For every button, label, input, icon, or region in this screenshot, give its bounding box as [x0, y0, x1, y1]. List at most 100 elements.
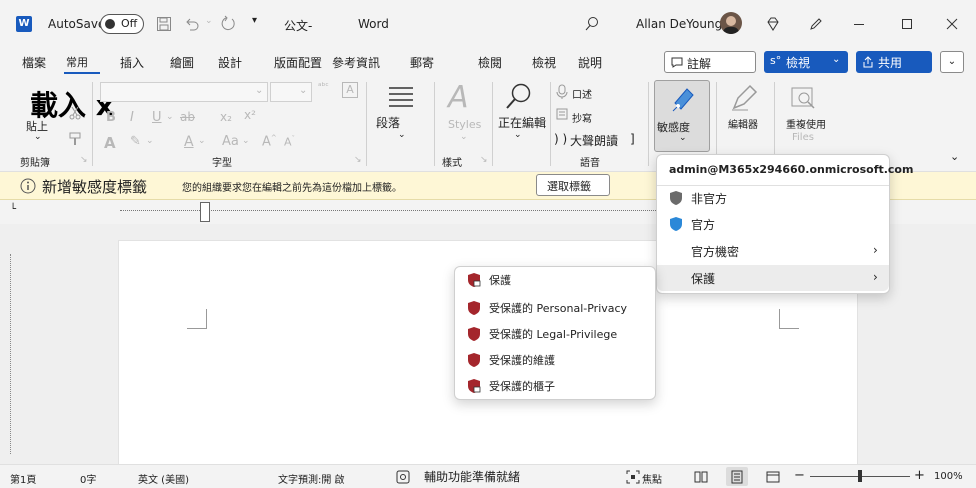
strikethrough-icon[interactable]: ab: [180, 110, 195, 124]
files-label[interactable]: Files: [792, 132, 814, 143]
font-name-box[interactable]: ⌄: [100, 82, 268, 102]
underline-icon[interactable]: U: [152, 110, 162, 125]
change-case-aa-icon[interactable]: Aa: [222, 134, 239, 149]
accessibility-status[interactable]: 輔助功能準備就緒: [424, 468, 520, 485]
undo-dropdown-icon[interactable]: ⌄: [205, 16, 213, 26]
focus-label[interactable]: 焦點: [642, 471, 662, 486]
subscript-icon[interactable]: x₂: [220, 110, 232, 124]
autosave-toggle[interactable]: Off: [100, 14, 144, 34]
share-button[interactable]: 共用: [856, 51, 932, 73]
sensitivity-button[interactable]: 敏感度 ⌄: [654, 80, 710, 152]
tab-review[interactable]: 檢閱: [478, 54, 502, 71]
editor-icon[interactable]: [730, 84, 758, 112]
avatar[interactable]: [720, 12, 742, 34]
search-icon[interactable]: [584, 16, 600, 32]
label-option-official[interactable]: 官方: [657, 211, 889, 237]
print-layout-button[interactable]: [726, 467, 748, 486]
tab-references[interactable]: 參考資訊: [332, 54, 380, 71]
reuse-label[interactable]: 重複使用: [786, 116, 826, 131]
sublabel-protected[interactable]: 保護: [455, 267, 655, 293]
styles-label[interactable]: Styles: [448, 118, 481, 131]
collapse-ribbon-icon[interactable]: ⌄: [950, 150, 959, 163]
format-painter-icon[interactable]: [68, 132, 82, 146]
word-count[interactable]: 0字: [80, 471, 96, 486]
tab-mailings[interactable]: 郵寄: [410, 54, 434, 71]
accessibility-icon[interactable]: [396, 470, 410, 484]
text-prediction[interactable]: 文字預測:開 啟: [278, 471, 345, 486]
clipboard-launcher-icon[interactable]: ↘: [80, 155, 88, 165]
italic-icon[interactable]: I: [130, 110, 134, 125]
close-icon[interactable]: [946, 18, 958, 30]
superscript-icon[interactable]: x²: [244, 108, 256, 122]
tab-layout[interactable]: 版面配置: [274, 54, 322, 71]
tab-design[interactable]: 設計: [218, 54, 242, 71]
pen-icon[interactable]: [808, 16, 824, 32]
chevron-down-icon[interactable]: ⌄: [460, 132, 468, 142]
clear-format-icon[interactable]: A: [342, 82, 358, 98]
sublabel-personal-privacy[interactable]: 受保護的 Personal-Privacy: [455, 295, 655, 321]
undo-icon[interactable]: [184, 16, 200, 32]
zoom-level[interactable]: 100%: [934, 471, 963, 482]
zoom-slider-thumb[interactable]: [858, 470, 862, 482]
underline-dropdown-icon[interactable]: ⌄: [166, 112, 174, 122]
font-size-box[interactable]: ⌄: [270, 82, 312, 102]
read-aloud-icon[interactable]: ) ): [554, 132, 567, 146]
tab-stop-icon[interactable]: └: [10, 204, 16, 215]
tab-file[interactable]: 檔案: [22, 54, 46, 71]
sublabel-cabinet[interactable]: 受保護的櫃子: [455, 373, 655, 399]
comments-button[interactable]: 註解: [664, 51, 756, 73]
font-launcher-icon[interactable]: ↘: [354, 155, 362, 165]
read-aloud-label[interactable]: 大聲朗讀: [570, 132, 618, 149]
sublabel-maintenance[interactable]: 受保護的維護: [455, 347, 655, 373]
view-mode-button[interactable]: s° 檢視 ⌄: [764, 51, 848, 73]
styles-launcher-icon[interactable]: ↘: [480, 155, 488, 165]
case-dropdown-icon[interactable]: ⌄: [242, 136, 250, 146]
sublabel-legal-privilege[interactable]: 受保護的 Legal-Privilege: [455, 321, 655, 347]
save-icon[interactable]: [156, 16, 172, 32]
font-color-dropdown-icon[interactable]: ⌄: [198, 136, 206, 146]
paste-dropdown-icon[interactable]: ⌄: [34, 132, 42, 142]
tab-help[interactable]: 說明: [578, 54, 602, 71]
shrink-font-icon[interactable]: Aˇ: [284, 135, 295, 149]
web-layout-icon[interactable]: [766, 470, 780, 484]
label-option-protected[interactable]: 保護 ›: [657, 265, 889, 291]
paragraph-label[interactable]: 段落: [376, 114, 400, 131]
transcribe-label[interactable]: 抄寫: [572, 110, 592, 125]
zoom-out-icon[interactable]: −: [794, 468, 805, 483]
diamond-icon[interactable]: [765, 16, 781, 32]
zoom-in-icon[interactable]: +: [914, 468, 925, 483]
highlight-dropdown-icon[interactable]: ⌄: [146, 136, 154, 146]
read-mode-icon[interactable]: [694, 470, 708, 484]
bold-icon[interactable]: B: [106, 110, 116, 125]
tab-insert[interactable]: 插入: [120, 54, 144, 71]
paragraph-icon[interactable]: [388, 86, 414, 108]
styles-icon[interactable]: A: [448, 80, 469, 115]
label-option-nonofficial[interactable]: 非官方: [657, 185, 889, 211]
tab-draw[interactable]: 繪圖: [170, 54, 194, 71]
editing-label[interactable]: 正在編輯: [498, 114, 546, 131]
find-icon[interactable]: [504, 82, 532, 110]
page-number[interactable]: 第1頁: [10, 471, 36, 486]
copilot-button[interactable]: ⌄: [940, 51, 964, 73]
select-label-button[interactable]: 選取標籤: [536, 174, 610, 196]
redo-icon[interactable]: [220, 15, 236, 31]
font-color-icon[interactable]: A: [184, 134, 194, 150]
label-option-official-sensitive[interactable]: 官方機密 ›: [657, 238, 889, 264]
minimize-icon[interactable]: [854, 24, 864, 25]
cut-icon[interactable]: [68, 106, 82, 120]
tab-home[interactable]: 常用: [66, 54, 88, 70]
zoom-slider[interactable]: [810, 470, 910, 482]
chevron-down-icon[interactable]: ⌄: [514, 130, 522, 140]
transcribe-icon[interactable]: [556, 108, 568, 120]
highlight-icon[interactable]: ✎: [130, 134, 141, 149]
editor-label[interactable]: 編輯器: [728, 116, 758, 131]
indent-marker[interactable]: [200, 202, 210, 222]
grow-font-icon[interactable]: A^: [262, 134, 277, 149]
reuse-files-icon[interactable]: [790, 86, 816, 110]
text-effects-icon[interactable]: A: [104, 134, 116, 152]
change-case-icon[interactable]: ᵃᵇᶜ: [318, 82, 329, 92]
dictate-label[interactable]: 口述: [572, 86, 592, 101]
user-name[interactable]: Allan DeYoung: [636, 17, 722, 31]
qat-customize-icon[interactable]: ▾: [252, 15, 257, 26]
language[interactable]: 英文 (美國): [138, 471, 189, 486]
